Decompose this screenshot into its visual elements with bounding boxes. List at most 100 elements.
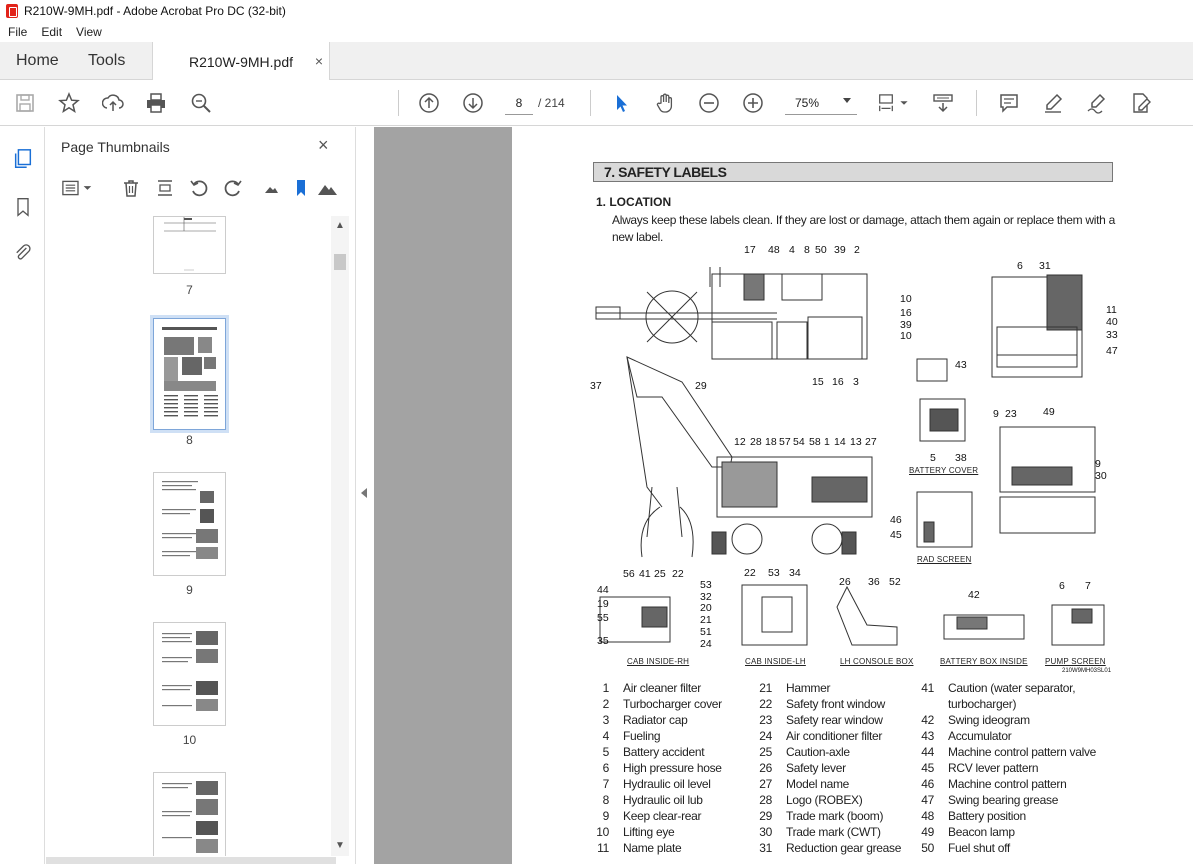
scroll-up-icon[interactable]: ▲ [335,220,345,231]
callout: 38 [955,452,967,464]
legend-item: 9 Keep clear-rear [602,809,702,823]
callout: 29 [695,380,707,392]
bookmark-blue-icon[interactable] [290,177,312,199]
enlarge-thumbnail-icon[interactable] [316,177,338,199]
callout: 37 [590,380,602,392]
legend-item: 10 Lifting eye [596,825,675,839]
thumbnail-page-9[interactable] [153,472,226,576]
legend-item: 46 Machine control pattern [921,777,1067,791]
menu-view[interactable]: View [76,25,102,39]
chevron-down-icon [843,98,851,103]
horizontal-scrollbar[interactable] [46,857,336,864]
legend-column-2: 21 Hammer 22 Safety front window 23 Safety … [750,680,901,856]
callout: 31 [1039,260,1051,272]
thumbnail-options-icon[interactable] [60,177,96,199]
menu-bar: File Edit View [0,22,1193,42]
menu-file[interactable]: File [8,25,27,39]
legend-item: 25 Caution-axle [759,745,850,759]
bookmarks-icon[interactable] [11,195,35,219]
legend-column-3: 41 Caution (water separator, turbocharger… [912,680,1096,856]
thumbnail-page-11[interactable] [153,772,226,856]
tab-document[interactable]: R210W-9MH.pdf × [152,42,330,81]
delete-page-icon[interactable] [120,177,142,199]
close-panel-icon[interactable]: × [318,135,329,156]
callout: 40 [1106,316,1118,328]
previous-page-icon[interactable] [416,90,442,116]
legend-item: 29 Trade mark (boom) [759,809,884,823]
machine-diagram [595,267,1105,646]
legend-item: 27 Model name [759,777,850,791]
acrobat-icon [6,4,18,18]
callout: 42 [968,589,980,601]
select-arrow-icon[interactable] [608,90,634,116]
edit-pdf-icon[interactable] [1128,90,1154,116]
page-fit-icon[interactable] [875,90,915,116]
callout: 34 [789,567,801,579]
callout: 13 [850,436,862,448]
thumbnail-page-7[interactable] [153,216,226,274]
highlight-pen-icon[interactable] [1040,90,1066,116]
thumbnail-page-8[interactable] [153,318,226,430]
callout: 12 [734,436,746,448]
sign-icon[interactable] [1084,90,1110,116]
rotate-left-icon[interactable] [188,177,210,199]
close-tab-icon[interactable]: × [315,53,323,69]
attachments-icon[interactable] [11,241,35,265]
callout: 45 [890,529,902,541]
rotate-right-icon[interactable] [222,177,244,199]
comment-icon[interactable] [996,90,1022,116]
callout: 16 [832,376,844,388]
tab-tools[interactable]: Tools [88,42,125,80]
thumbnail-scrollbar[interactable]: ▲ ▼ [331,216,349,856]
callout: 51 [700,626,712,638]
legend-item: 28 Logo (ROBEX) [759,793,863,807]
callout: 58 [809,436,821,448]
reduce-thumbnail-icon[interactable] [260,177,282,199]
legend-item: 49 Beacon lamp [921,825,1015,839]
legend-item: 50 Fuel shut off [921,841,1010,855]
zoom-value: 75% [795,95,820,110]
scroll-down-icon[interactable]: ▼ [335,840,345,851]
tab-home[interactable]: Home [16,42,59,80]
legend-item: 5 Battery accident [602,745,705,759]
scroll-thumb[interactable] [334,254,346,270]
next-page-icon[interactable] [460,90,486,116]
hand-tool-icon[interactable] [652,90,678,116]
read-mode-icon[interactable] [930,90,956,116]
legend-item: 43 Accumulator [921,729,1012,743]
extract-page-icon[interactable] [154,177,176,199]
callout: 36 [868,576,880,588]
legend-item: 3 Radiator cap [602,713,688,727]
callout: 23 [1005,408,1017,420]
page-thumbnails-icon[interactable] [11,147,35,171]
thumbnail-label: 9 [186,583,193,597]
callout: 39 [834,244,846,256]
upload-cloud-icon[interactable] [100,90,126,116]
legend-item: 7 Hydraulic oil level [602,777,711,791]
callout: 49 [1043,406,1055,418]
legend-item: 23 Safety rear window [759,713,883,727]
thumbnail-page-10[interactable] [153,622,226,726]
callout: 6 [1059,580,1065,592]
bookmark-star-icon[interactable] [56,90,82,116]
callout: 25 [654,568,666,580]
legend-item: 22 Safety front window [759,697,886,711]
thumbnail-label: 7 [186,283,193,297]
save-icon[interactable] [12,90,38,116]
collapse-panel-handle[interactable] [356,127,374,864]
zoom-in-icon[interactable] [740,90,766,116]
find-zoom-icon[interactable] [188,90,214,116]
lh-console-caption: LH CONSOLE BOX [840,657,914,666]
toolbar-separator [976,90,977,116]
callout: 28 [750,436,762,448]
zoom-select[interactable]: 75% [785,91,857,115]
page-number-input[interactable]: 8 [505,91,533,115]
zoom-out-icon[interactable] [696,90,722,116]
panel-title: Page Thumbnails [61,139,170,155]
menu-edit[interactable]: Edit [41,25,62,39]
tab-bar: Home Tools R210W-9MH.pdf × [0,42,1193,81]
callout: 2 [854,244,860,256]
pump-screen-caption: PUMP SCREEN [1045,657,1106,666]
print-icon[interactable] [143,90,169,116]
callout: 11 [1106,304,1117,316]
